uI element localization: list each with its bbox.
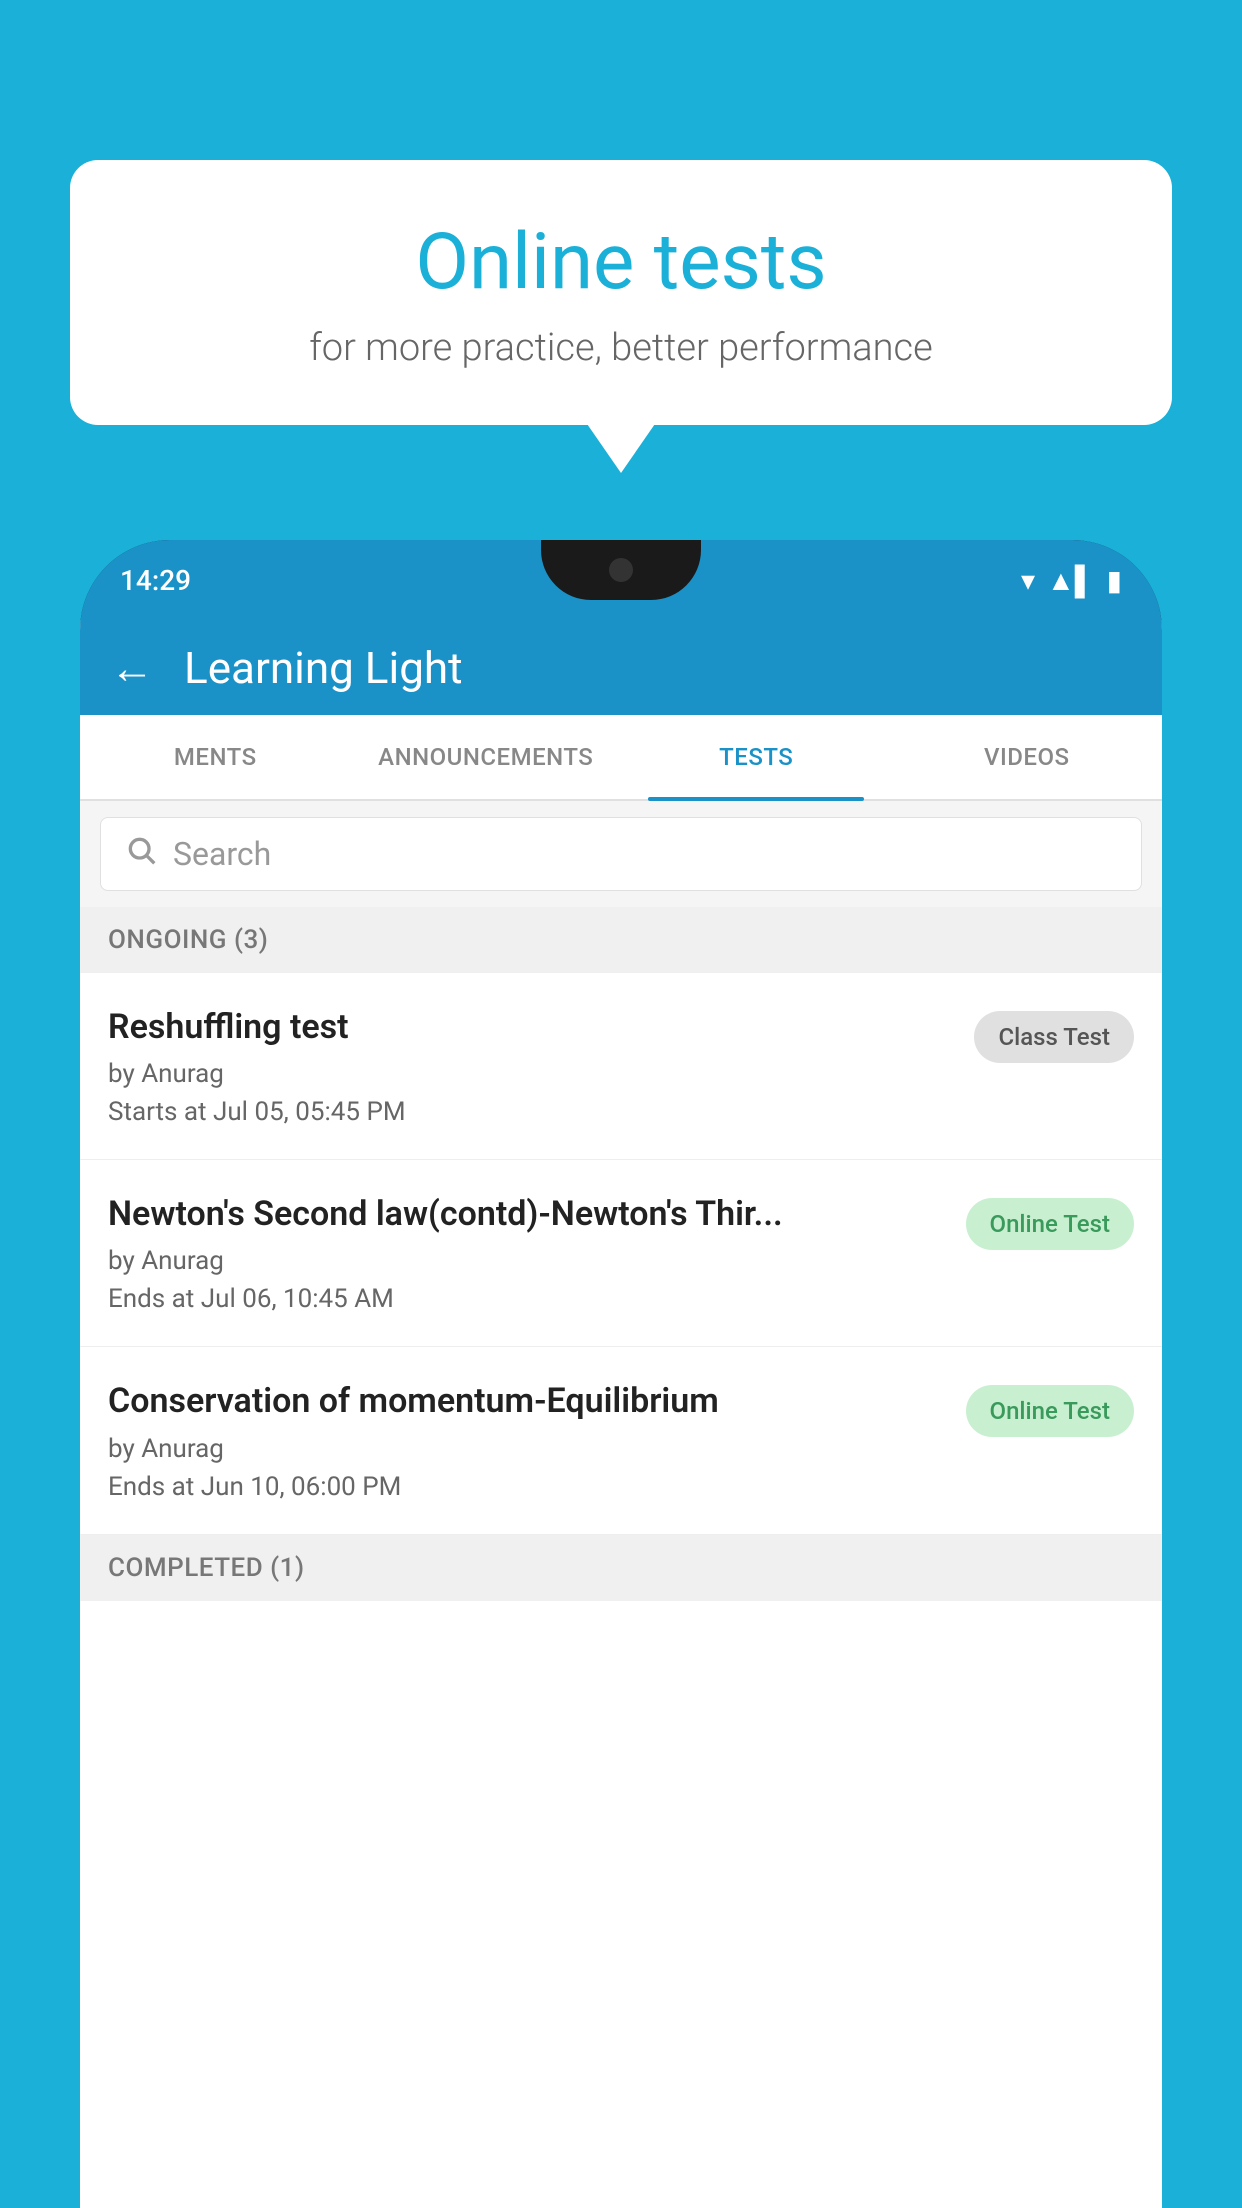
tab-ments[interactable]: MENTS xyxy=(80,715,351,799)
test-author: by Anurag xyxy=(108,1246,946,1276)
notch xyxy=(541,540,701,600)
search-icon xyxy=(125,834,157,874)
phone-frame: 14:29 ▾ ▲▌ ▮ ← Learning Light MENTS ANNO… xyxy=(80,540,1162,2208)
test-author: by Anurag xyxy=(108,1059,954,1089)
wifi-icon: ▾ xyxy=(1021,564,1035,597)
test-info: Newton's Second law(contd)-Newton's Thir… xyxy=(108,1192,966,1314)
test-name: Newton's Second law(contd)-Newton's Thir… xyxy=(108,1192,946,1236)
test-date: Starts at Jul 05, 05:45 PM xyxy=(108,1097,954,1127)
status-icons: ▾ ▲▌ ▮ xyxy=(1021,564,1122,597)
test-badge-class: Class Test xyxy=(974,1011,1134,1063)
test-date: Ends at Jul 06, 10:45 AM xyxy=(108,1284,946,1314)
search-bar[interactable]: Search xyxy=(100,817,1142,891)
test-item[interactable]: Conservation of momentum-Equilibrium by … xyxy=(80,1347,1162,1534)
test-item[interactable]: Newton's Second law(contd)-Newton's Thir… xyxy=(80,1160,1162,1347)
status-bar: 14:29 ▾ ▲▌ ▮ xyxy=(80,540,1162,620)
content-area: Reshuffling test by Anurag Starts at Jul… xyxy=(80,973,1162,2208)
speech-bubble: Online tests for more practice, better p… xyxy=(70,160,1172,425)
tab-tests[interactable]: TESTS xyxy=(621,715,892,799)
speech-bubble-title: Online tests xyxy=(150,220,1092,306)
tab-announcements[interactable]: ANNOUNCEMENTS xyxy=(351,715,622,799)
test-badge-online: Online Test xyxy=(966,1198,1134,1250)
completed-section-header: COMPLETED (1) xyxy=(80,1535,1162,1601)
tab-videos[interactable]: VIDEOS xyxy=(892,715,1163,799)
test-info: Reshuffling test by Anurag Starts at Jul… xyxy=(108,1005,974,1127)
test-name: Reshuffling test xyxy=(108,1005,954,1049)
camera xyxy=(609,558,633,582)
speech-bubble-container: Online tests for more practice, better p… xyxy=(70,160,1172,425)
test-name: Conservation of momentum-Equilibrium xyxy=(108,1379,946,1423)
test-date: Ends at Jun 10, 06:00 PM xyxy=(108,1472,946,1502)
test-info: Conservation of momentum-Equilibrium by … xyxy=(108,1379,966,1501)
battery-icon: ▮ xyxy=(1107,564,1122,597)
ongoing-section-header: ONGOING (3) xyxy=(80,907,1162,973)
test-badge-online: Online Test xyxy=(966,1385,1134,1437)
app-header: ← Learning Light xyxy=(80,620,1162,715)
app-title: Learning Light xyxy=(184,642,463,694)
signal-icon: ▲▌ xyxy=(1047,564,1095,597)
speech-bubble-subtitle: for more practice, better performance xyxy=(150,326,1092,370)
tabs-container: MENTS ANNOUNCEMENTS TESTS VIDEOS xyxy=(80,715,1162,801)
test-author: by Anurag xyxy=(108,1434,946,1464)
search-placeholder: Search xyxy=(173,835,271,873)
test-item[interactable]: Reshuffling test by Anurag Starts at Jul… xyxy=(80,973,1162,1160)
phone-screen: ← Learning Light MENTS ANNOUNCEMENTS TES… xyxy=(80,620,1162,2208)
back-button[interactable]: ← xyxy=(110,642,154,694)
status-time: 14:29 xyxy=(120,564,191,597)
search-container: Search xyxy=(80,801,1162,907)
